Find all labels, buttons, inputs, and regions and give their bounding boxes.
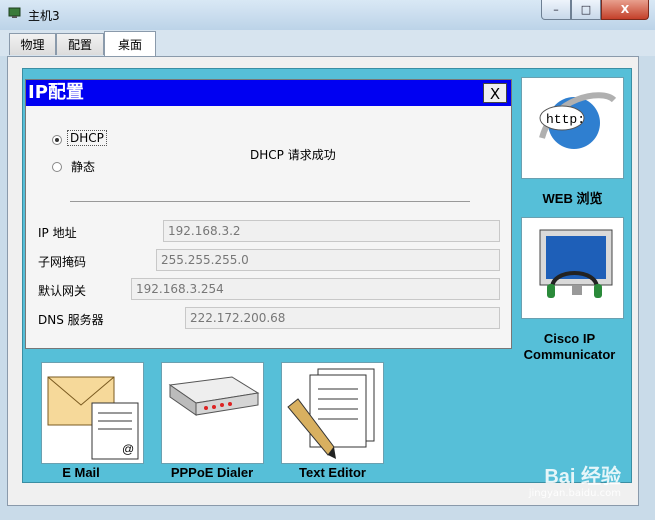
host-app-icon bbox=[8, 7, 21, 18]
svg-text:http:: http: bbox=[546, 112, 585, 127]
web-browser-label[interactable]: WEB 浏览 bbox=[521, 188, 624, 207]
baidu-watermark-url: jingyan.baidu.com bbox=[528, 488, 621, 499]
window-titlebar[interactable]: 主机3 – □ X bbox=[0, 0, 655, 31]
pppoe-tile[interactable] bbox=[161, 362, 264, 464]
envelope-icon: @ bbox=[47, 376, 139, 460]
dhcp-radio[interactable] bbox=[52, 135, 62, 145]
svg-text:@: @ bbox=[122, 442, 134, 456]
ip-address-field[interactable]: 192.168.3.2 bbox=[163, 220, 500, 242]
dialog-close-button[interactable]: X bbox=[483, 83, 507, 103]
static-radio-label[interactable]: 静态 bbox=[71, 158, 95, 175]
web-browser-tile[interactable]: http: bbox=[521, 77, 624, 179]
dns-server-label: DNS 服务器 bbox=[38, 313, 104, 327]
text-editor-label[interactable]: Text Editor bbox=[281, 465, 384, 480]
ip-address-label: IP 地址 bbox=[38, 226, 77, 240]
window-title: 主机3 bbox=[28, 9, 60, 23]
ip-config-dialog: IP配置 X DHCP 静态 DHCP 请求成功 IP 地址 192.168.3… bbox=[25, 79, 512, 349]
text-editor-tile[interactable] bbox=[281, 362, 384, 464]
static-radio[interactable] bbox=[52, 162, 62, 172]
pppoe-label[interactable]: PPPoE Dialer bbox=[160, 465, 264, 480]
http-globe-icon: http: bbox=[539, 92, 617, 149]
ip-communicator-tile[interactable] bbox=[521, 217, 624, 319]
dhcp-radio-label[interactable]: DHCP bbox=[67, 130, 107, 146]
divider bbox=[70, 201, 470, 202]
tab-physical[interactable]: 物理 bbox=[9, 33, 56, 55]
maximize-button[interactable]: □ bbox=[571, 0, 601, 20]
subnet-mask-label: 子网掩码 bbox=[38, 255, 87, 269]
dns-server-field[interactable]: 222.172.200.68 bbox=[185, 307, 500, 329]
dhcp-status-text: DHCP 请求成功 bbox=[250, 148, 336, 162]
default-gateway-field[interactable]: 192.168.3.254 bbox=[131, 278, 500, 300]
baidu-watermark: Bai 经验 bbox=[544, 466, 621, 488]
tab-strip: 物理 配置 桌面 bbox=[0, 30, 655, 56]
tab-desktop[interactable]: 桌面 bbox=[104, 31, 156, 56]
default-gateway-label: 默认网关 bbox=[38, 284, 87, 298]
pen-paper-icon bbox=[287, 368, 375, 459]
dialog-title: IP配置 bbox=[26, 80, 511, 106]
ip-communicator-label[interactable]: Cisco IP Communicator bbox=[511, 331, 628, 363]
subnet-mask-field[interactable]: 255.255.255.0 bbox=[156, 249, 500, 271]
tab-config[interactable]: 配置 bbox=[56, 33, 104, 55]
email-label[interactable]: E Mail bbox=[41, 465, 121, 480]
modem-icon bbox=[168, 376, 260, 416]
close-window-button[interactable]: X bbox=[601, 0, 649, 20]
email-tile[interactable]: @ bbox=[41, 362, 144, 464]
minimize-button[interactable]: – bbox=[541, 0, 571, 20]
ip-phone-monitor-icon bbox=[539, 229, 613, 298]
